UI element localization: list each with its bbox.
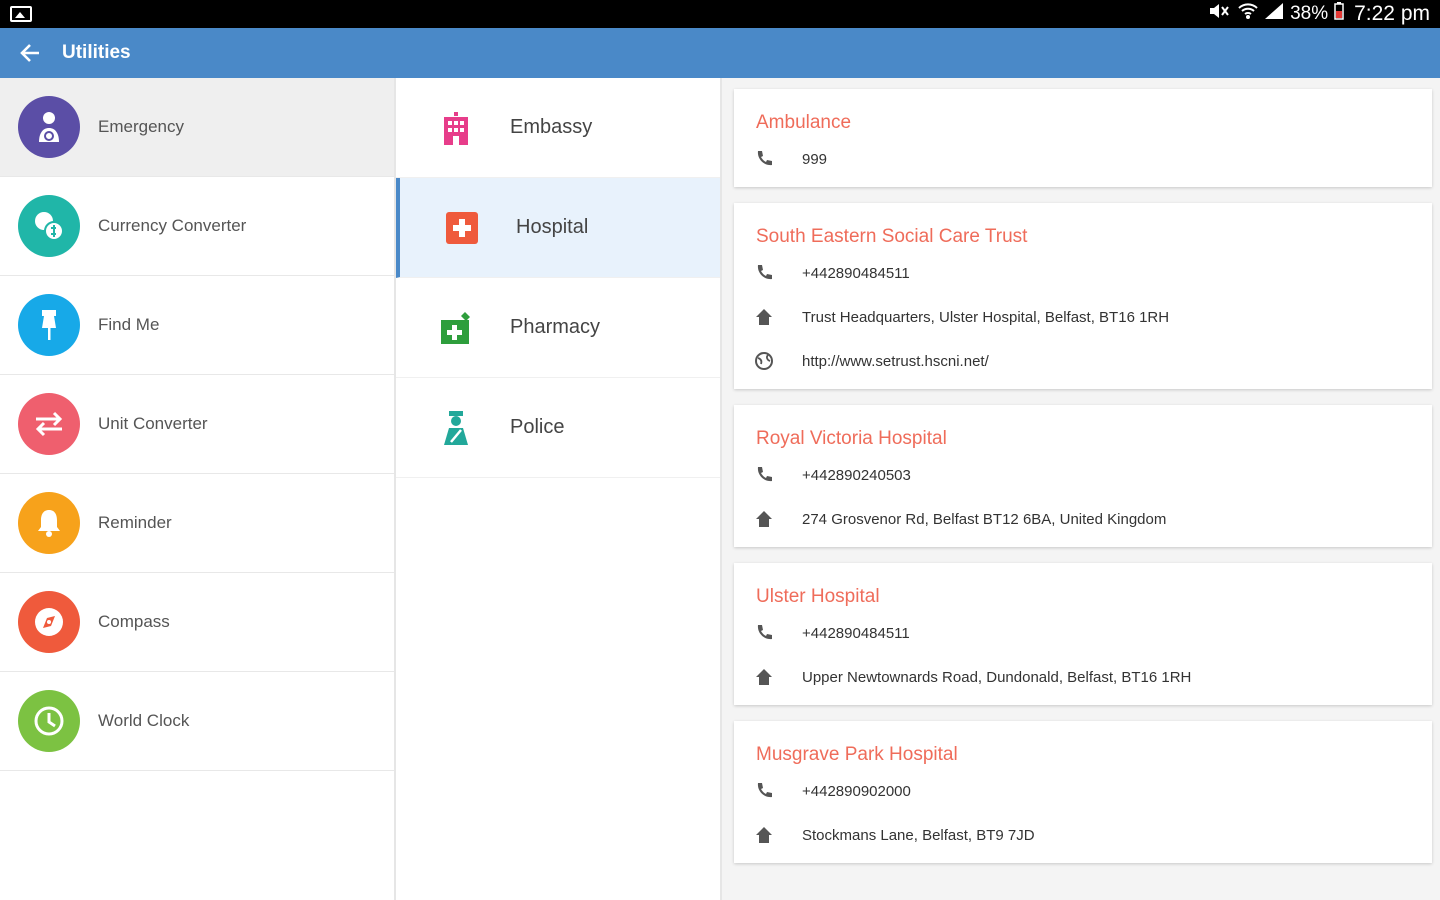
phone-row[interactable]: +442890484511 (756, 251, 1410, 295)
category-label: Embassy (510, 116, 593, 138)
battery-percent: 38% (1290, 3, 1329, 24)
category-item-pharmacy[interactable]: Pharmacy (396, 278, 720, 378)
globe-icon (752, 349, 776, 373)
utility-item-world-clock[interactable]: World Clock (0, 672, 394, 771)
home-icon (752, 823, 776, 847)
gallery-icon (10, 6, 32, 22)
utility-label: Emergency (98, 117, 184, 136)
page-title: Utilities (62, 42, 131, 63)
phone-icon (752, 779, 776, 803)
contact-name: Ambulance (756, 112, 852, 133)
phone-number: +442890902000 (802, 782, 911, 800)
home-icon (752, 665, 776, 689)
utility-item-emergency[interactable]: Emergency (0, 78, 394, 177)
person-icon (18, 96, 80, 158)
contact-card-south-eastern-trust[interactable]: South Eastern Social Care Trust +4428904… (734, 203, 1432, 389)
utility-item-currency-converter[interactable]: Currency Converter (0, 177, 394, 276)
utility-label: Unit Converter (98, 414, 208, 433)
contact-card-ulster-hospital[interactable]: Ulster Hospital +442890484511 Upper Newt… (734, 563, 1432, 705)
phone-number: +442890484511 (802, 264, 910, 282)
website-link[interactable]: http://www.setrust.hscni.net/ (802, 353, 989, 370)
phone-row[interactable]: +442890902000 (756, 769, 1410, 813)
phone-row[interactable]: +442890240503 (756, 453, 1410, 497)
phone-row[interactable]: 999 (756, 137, 1410, 181)
website-row[interactable]: http://www.setrust.hscni.net/ (755, 339, 1410, 383)
category-label: Police (510, 416, 565, 438)
home-icon (752, 507, 776, 531)
home-icon (752, 305, 776, 329)
utility-item-compass[interactable]: Compass (0, 573, 394, 672)
phone-icon (752, 463, 776, 487)
contacts-panel: Ambulance 999 South Eastern Social Care … (722, 78, 1440, 900)
utility-label: Reminder (98, 513, 172, 532)
phone-icon (752, 621, 776, 645)
medical-cross-icon (444, 210, 480, 246)
currency-icon (18, 195, 80, 257)
phone-icon (752, 261, 776, 285)
bell-icon (18, 492, 80, 554)
address-row[interactable]: 274 Grosvenor Rd, Belfast BT12 6BA, Unit… (756, 497, 1410, 541)
clock-icon (18, 690, 80, 752)
pin-icon (18, 294, 80, 356)
compass-icon (18, 591, 80, 653)
category-list: Embassy Hospital Pharmacy Police (396, 78, 722, 900)
contact-name: Musgrave Park Hospital (756, 744, 958, 765)
battery-icon (1334, 2, 1344, 26)
utility-item-find-me[interactable]: Find Me (0, 276, 394, 375)
utility-label: Compass (98, 612, 170, 631)
category-item-police[interactable]: Police (396, 378, 720, 478)
pharmacy-icon (438, 310, 474, 346)
address-text: Trust Headquarters, Ulster Hospital, Bel… (802, 308, 1170, 326)
address-row[interactable]: Upper Newtownards Road, Dundonald, Belfa… (756, 655, 1410, 699)
phone-number: +442890240503 (802, 466, 911, 484)
contact-card-ambulance[interactable]: Ambulance 999 (734, 89, 1432, 187)
status-indicators: 38% 7:22 pm (1208, 2, 1430, 26)
address-row[interactable]: Trust Headquarters, Ulster Hospital, Bel… (756, 295, 1410, 339)
utility-label: World Clock (98, 711, 190, 730)
contact-name: Ulster Hospital (756, 586, 880, 607)
address-text: 274 Grosvenor Rd, Belfast BT12 6BA, Unit… (802, 510, 1167, 528)
utility-item-unit-converter[interactable]: Unit Converter (0, 375, 394, 474)
back-arrow-icon[interactable] (0, 28, 60, 78)
category-label: Hospital (516, 216, 589, 238)
utility-label: Currency Converter (98, 216, 247, 235)
signal-icon (1264, 2, 1284, 26)
app-bar: Utilities (0, 28, 1440, 78)
utility-item-reminder[interactable]: Reminder (0, 474, 394, 573)
phone-number: 999 (802, 150, 828, 168)
phone-icon (752, 147, 776, 171)
contact-card-musgrave-park[interactable]: Musgrave Park Hospital +442890902000 Sto… (734, 721, 1432, 863)
category-item-embassy[interactable]: Embassy (396, 78, 720, 178)
address-text: Upper Newtownards Road, Dundonald, Belfa… (802, 668, 1192, 686)
address-row[interactable]: Stockmans Lane, Belfast, BT9 7JD (756, 813, 1410, 857)
phone-row[interactable]: +442890484511 (756, 611, 1410, 655)
contact-name: Royal Victoria Hospital (756, 428, 947, 449)
phone-number: +442890484511 (802, 624, 910, 642)
contact-name: South Eastern Social Care Trust (756, 226, 1028, 247)
utility-label: Find Me (98, 315, 160, 334)
police-icon (438, 410, 474, 446)
category-item-hospital[interactable]: Hospital (396, 178, 720, 278)
category-label: Pharmacy (510, 316, 601, 338)
swap-icon (18, 393, 80, 455)
building-icon (438, 110, 474, 146)
mute-icon (1208, 2, 1232, 26)
utilities-list: Emergency Currency Converter Find Me Uni… (0, 78, 396, 900)
contact-card-royal-victoria[interactable]: Royal Victoria Hospital +442890240503 27… (734, 405, 1432, 547)
address-text: Stockmans Lane, Belfast, BT9 7JD (802, 826, 1035, 844)
clock-time: 7:22 pm (1354, 2, 1430, 25)
wifi-icon (1238, 2, 1258, 26)
status-bar: 38% 7:22 pm (0, 0, 1440, 28)
